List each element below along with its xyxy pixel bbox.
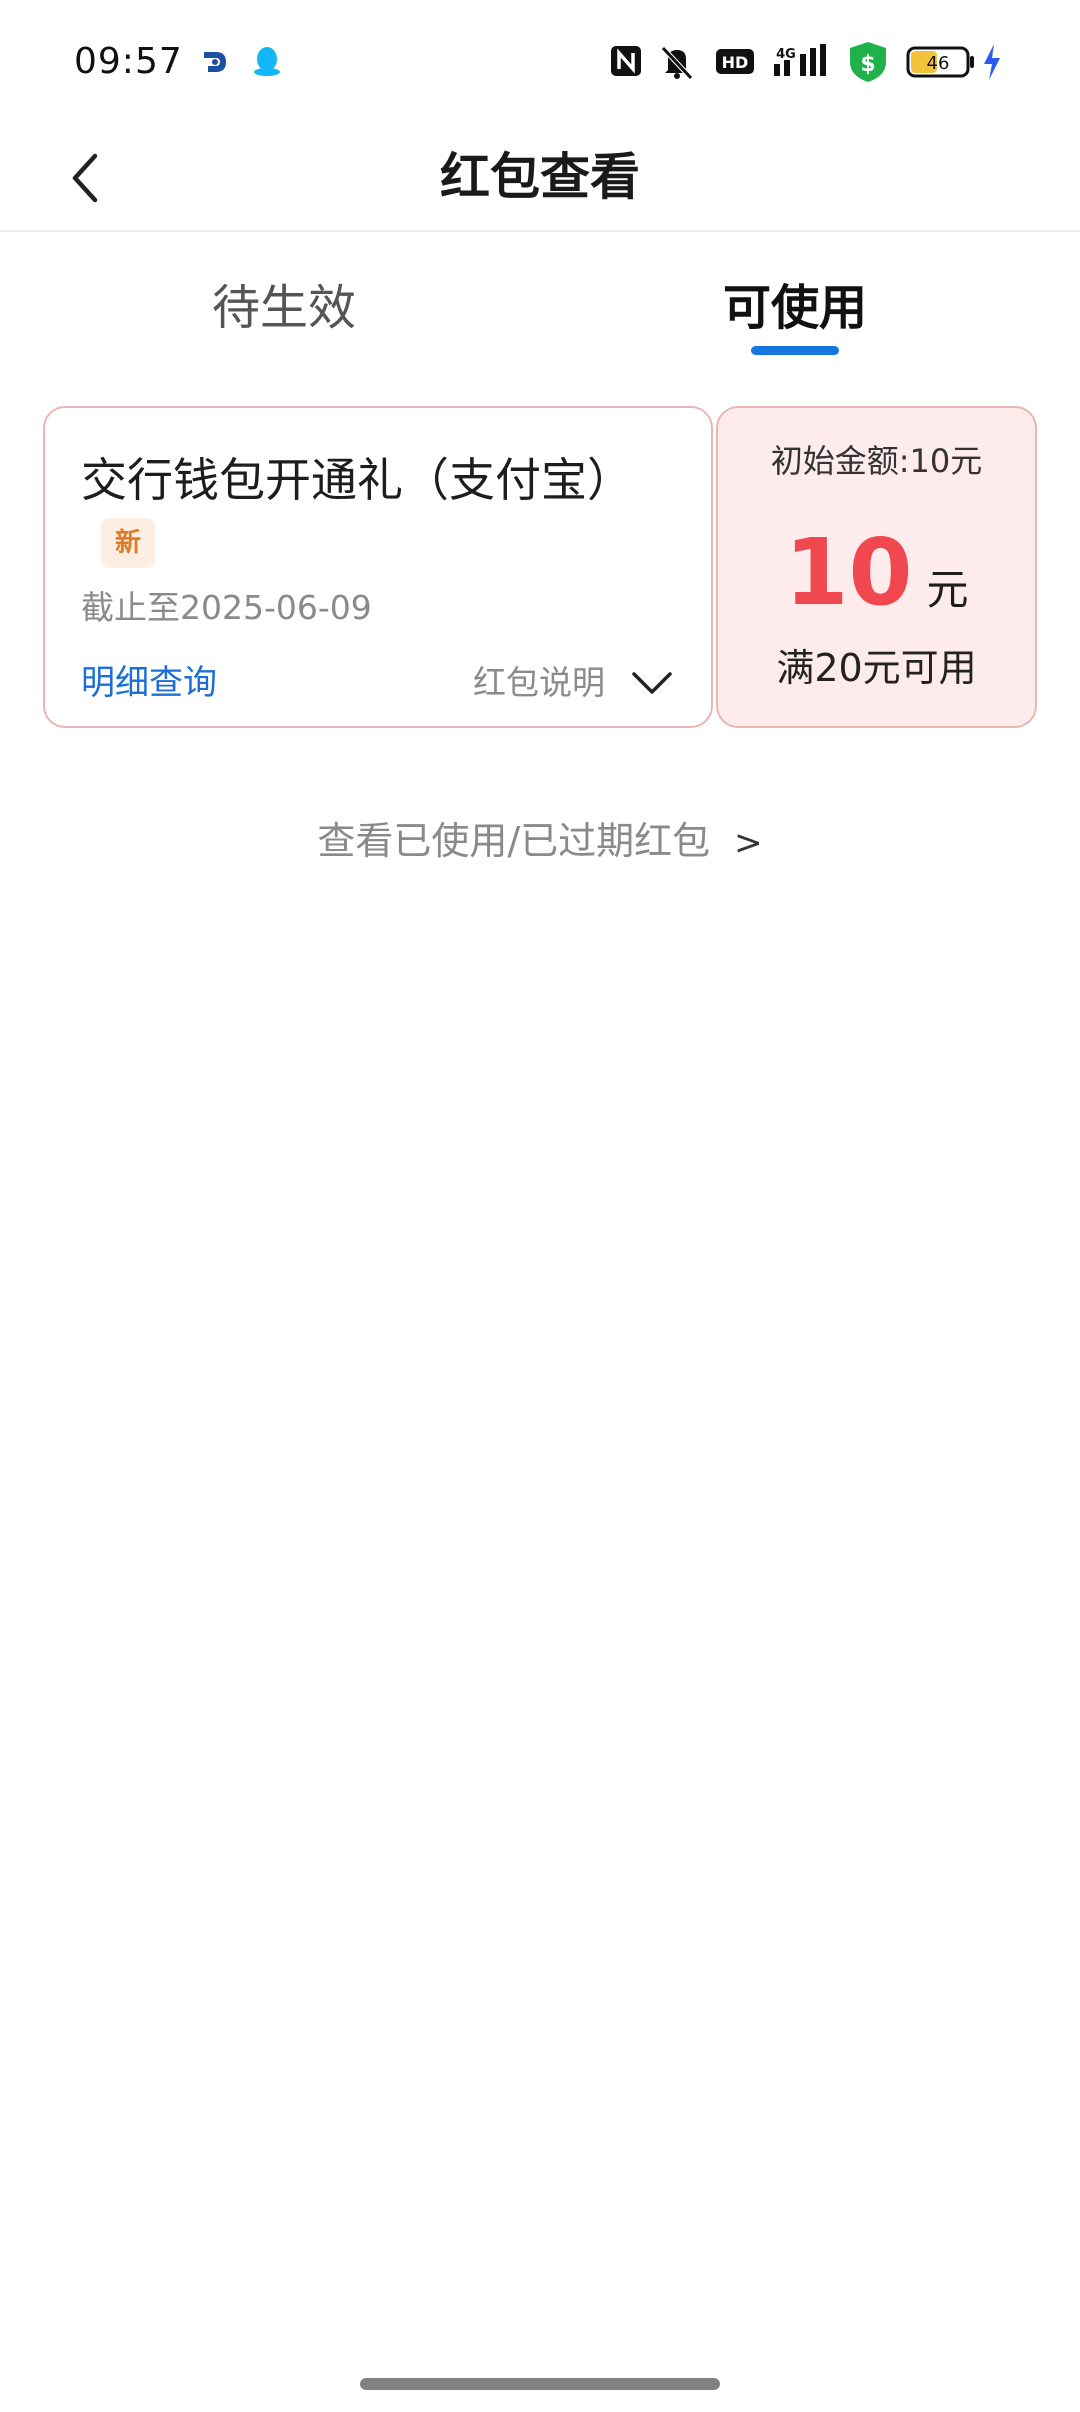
charging-icon bbox=[984, 44, 1000, 80]
nfc-icon bbox=[611, 46, 641, 76]
wallet-app-icon bbox=[204, 52, 226, 72]
chevron-down-icon bbox=[632, 672, 672, 694]
initial-amount: 初始金额:10元 bbox=[770, 442, 983, 480]
tab-usable[interactable]: 可使用 bbox=[645, 272, 945, 344]
active-tab-indicator bbox=[751, 346, 839, 355]
coupon-description-label: 红包说明 bbox=[473, 663, 605, 702]
view-used-expired-link[interactable]: 查看已使用/已过期红包 > bbox=[0, 812, 1080, 872]
history-arrow: > bbox=[734, 823, 763, 863]
tab-bar: 待生效 可使用 bbox=[0, 232, 1080, 372]
amount-value: 10 bbox=[784, 519, 913, 626]
coupon-info-panel: 交行钱包开通礼（支付宝） 新 截止至2025-06-09 明细查询 红包说明 bbox=[43, 406, 713, 728]
hd-icon: HD bbox=[716, 49, 754, 74]
amount-row: 10 元 bbox=[718, 518, 1035, 628]
svg-text:$: $ bbox=[860, 52, 875, 77]
coupon-title: 交行钱包开通礼（支付宝） bbox=[81, 453, 633, 507]
history-link-label: 查看已使用/已过期红包 bbox=[317, 819, 711, 863]
status-bar: 09:57 HD 4G $ 46 bbox=[0, 0, 1080, 124]
qq-icon bbox=[254, 47, 280, 76]
coupon-deadline: 截止至2025-06-09 bbox=[81, 588, 372, 627]
red-packet-card: 交行钱包开通礼（支付宝） 新 截止至2025-06-09 明细查询 红包说明 初… bbox=[43, 406, 1037, 728]
header-bar: 红包查看 bbox=[0, 124, 1080, 232]
usage-condition: 满20元可用 bbox=[776, 646, 977, 690]
tab-pending[interactable]: 待生效 bbox=[134, 272, 434, 344]
coupon-description-toggle[interactable]: 红包说明 bbox=[473, 658, 673, 708]
page-title: 红包查看 bbox=[440, 148, 640, 206]
mute-icon bbox=[661, 46, 693, 80]
amount-unit: 元 bbox=[926, 565, 969, 614]
svg-text:4G: 4G bbox=[776, 47, 796, 62]
coupon-amount-panel: 初始金额:10元 10 元 满20元可用 bbox=[716, 406, 1037, 728]
signal-4g-icon: 4G bbox=[774, 44, 826, 76]
status-time: 09:57 bbox=[74, 41, 183, 82]
battery-icon: 46 bbox=[906, 46, 974, 78]
home-indicator[interactable] bbox=[360, 2378, 720, 2390]
battery-level: 46 bbox=[927, 53, 950, 74]
security-shield-icon: $ bbox=[850, 42, 886, 82]
detail-query-link[interactable]: 明细查询 bbox=[81, 658, 217, 708]
new-badge: 新 bbox=[101, 518, 155, 568]
svg-text:HD: HD bbox=[722, 53, 749, 72]
